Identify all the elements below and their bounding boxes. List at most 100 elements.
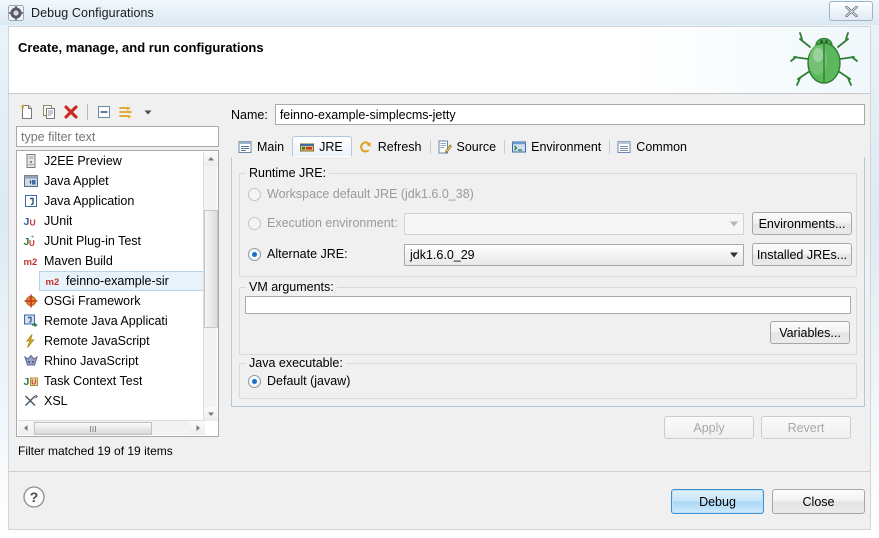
tree-item-label: Rhino JavaScript xyxy=(44,354,139,368)
runtime-jre-group-title: Runtime JRE: xyxy=(246,166,330,180)
filter-status-label: Filter matched 19 of 19 items xyxy=(18,444,173,458)
remote-javascript-icon xyxy=(23,333,39,349)
alternate-jre-combo[interactable]: jdk1.6.0_29 xyxy=(404,244,744,266)
tab-label: Environment xyxy=(531,139,602,154)
apply-button[interactable]: Apply xyxy=(664,416,754,439)
revert-button[interactable]: Revert xyxy=(761,416,851,439)
vm-arguments-group-title: VM arguments: xyxy=(246,280,337,294)
tree-item-label: Java Application xyxy=(44,194,135,208)
workspace-default-jre-radio-row[interactable]: Workspace default JRE (jdk1.6.0_38) xyxy=(248,187,474,201)
title-bar: Debug Configurations xyxy=(0,0,879,25)
horizontal-scroll-thumb[interactable] xyxy=(34,422,152,435)
tab-source[interactable]: Source xyxy=(431,136,505,157)
task-context-icon: JU xyxy=(23,373,39,389)
debug-bug-icon xyxy=(788,29,860,93)
filter-input[interactable] xyxy=(16,126,219,147)
tab-label: Refresh xyxy=(377,139,422,154)
tree-item-list: J2EE Preview Java Applet Java Application J… xyxy=(17,151,205,421)
tree-item[interactable]: J U Task Context Test xyxy=(17,371,205,391)
tree-item[interactable]: Java Applet xyxy=(17,171,205,191)
java-executable-default-radio[interactable] xyxy=(248,374,261,388)
svg-text:m2: m2 xyxy=(46,277,60,288)
window-close-button[interactable] xyxy=(829,1,873,21)
tree-item-label: Remote Java Applicati xyxy=(44,314,168,328)
chevron-down-icon xyxy=(144,110,152,115)
svg-text:J: J xyxy=(24,376,30,388)
new-configuration-button[interactable] xyxy=(17,102,37,122)
tab-refresh[interactable]: Refresh xyxy=(352,136,430,157)
vm-arguments-group: VM arguments: Variables... xyxy=(239,280,857,355)
tree-item-label: JUnit xyxy=(44,214,73,228)
remote-java-icon xyxy=(23,313,39,329)
workspace-default-jre-radio[interactable] xyxy=(248,187,261,201)
alternate-jre-combo-value: jdk1.6.0_29 xyxy=(410,248,475,262)
tree-item[interactable]: OSGi Framework xyxy=(17,291,205,311)
tree-item-selected[interactable]: m2 feinno-example-sir xyxy=(39,271,205,291)
scroll-down-arrow[interactable] xyxy=(204,407,218,421)
environments-button[interactable]: Environments... xyxy=(752,212,852,235)
execution-environment-radio-row[interactable]: Execution environment: xyxy=(248,216,398,230)
configuration-details-panel: Name: Main JRE Refresh Source Environment Com… xyxy=(231,100,865,465)
filter-dropdown-button[interactable] xyxy=(138,102,158,122)
tree-item[interactable]: m2 Maven Build xyxy=(17,251,205,271)
execution-environment-label: Execution environment: xyxy=(267,216,398,230)
scroll-right-arrow[interactable] xyxy=(190,421,205,435)
alternate-jre-radio-row[interactable]: Alternate JRE: xyxy=(248,247,348,261)
tree-item-label: Java Applet xyxy=(44,174,109,188)
chevron-down-icon xyxy=(730,252,738,258)
rhino-icon xyxy=(23,353,39,369)
execution-environment-radio[interactable] xyxy=(248,216,261,230)
name-label: Name: xyxy=(231,107,268,122)
debug-configurations-dialog: Debug Configurations Create, manage, and… xyxy=(0,0,879,538)
svg-text:U: U xyxy=(29,239,35,248)
tree-horizontal-scrollbar[interactable] xyxy=(18,420,205,435)
java-executable-group: Java executable: Default (javaw) xyxy=(239,356,857,399)
toolbar-separator xyxy=(87,104,88,120)
tab-main[interactable]: Main xyxy=(231,136,292,157)
tree-item[interactable]: Java Application xyxy=(17,191,205,211)
java-executable-default-radio-row[interactable]: Default (javaw) xyxy=(248,374,350,388)
refresh-tab-icon xyxy=(358,139,374,155)
tab-environment[interactable]: Environment xyxy=(505,136,609,157)
junit-plugin-icon: JU xyxy=(23,233,39,249)
execution-environment-combo[interactable] xyxy=(404,213,744,235)
vertical-scroll-thumb[interactable] xyxy=(204,210,218,328)
scroll-up-arrow[interactable] xyxy=(204,152,218,166)
page-title: Create, manage, and run configurations xyxy=(18,40,264,55)
configuration-tabs: Main JRE Refresh Source Environment Common xyxy=(231,136,865,158)
delete-configuration-button[interactable] xyxy=(61,102,81,122)
chevron-down-icon xyxy=(730,221,738,227)
tree-item-label: feinno-example-sir xyxy=(66,274,169,288)
filter-icon[interactable] xyxy=(116,102,136,122)
tab-label: Main xyxy=(257,139,285,154)
duplicate-configuration-button[interactable] xyxy=(39,102,59,122)
tree-item-label: Task Context Test xyxy=(44,374,143,388)
tree-item[interactable]: XSL xyxy=(17,391,205,411)
debug-button[interactable]: Debug xyxy=(671,489,764,514)
svg-text:U: U xyxy=(30,218,36,228)
configurations-tree[interactable]: J2EE Preview Java Applet Java Application J… xyxy=(16,150,219,437)
svg-text:m2: m2 xyxy=(24,257,38,268)
tree-item[interactable]: Remote Java Applicati xyxy=(17,311,205,331)
tab-common[interactable]: Common xyxy=(610,136,695,157)
close-button[interactable]: Close xyxy=(772,489,865,514)
collapse-all-button[interactable] xyxy=(94,102,114,122)
tree-item[interactable]: J U JUnit Plug-in Test xyxy=(17,231,205,251)
alternate-jre-radio[interactable] xyxy=(248,247,261,261)
vm-arguments-input[interactable] xyxy=(245,296,851,314)
tree-item[interactable]: J U JUnit xyxy=(17,211,205,231)
scroll-left-arrow[interactable] xyxy=(18,421,33,435)
tree-vertical-scrollbar[interactable] xyxy=(203,152,218,421)
tree-item-label: J2EE Preview xyxy=(44,154,122,168)
tree-item[interactable]: J2EE Preview xyxy=(17,151,205,171)
runtime-jre-group: Runtime JRE: Workspace default JRE (jdk1… xyxy=(239,166,857,277)
configuration-name-input[interactable] xyxy=(274,104,865,125)
workspace-default-jre-label: Workspace default JRE (jdk1.6.0_38) xyxy=(267,187,474,201)
tab-jre[interactable]: JRE xyxy=(292,136,352,157)
tree-item[interactable]: Rhino JavaScript xyxy=(17,351,205,371)
variables-button[interactable]: Variables... xyxy=(770,321,850,344)
installed-jres-button[interactable]: Installed JREs... xyxy=(752,243,852,266)
help-icon[interactable]: ? xyxy=(22,485,46,509)
tree-item[interactable]: Remote JavaScript xyxy=(17,331,205,351)
name-row: Name: xyxy=(231,104,865,125)
